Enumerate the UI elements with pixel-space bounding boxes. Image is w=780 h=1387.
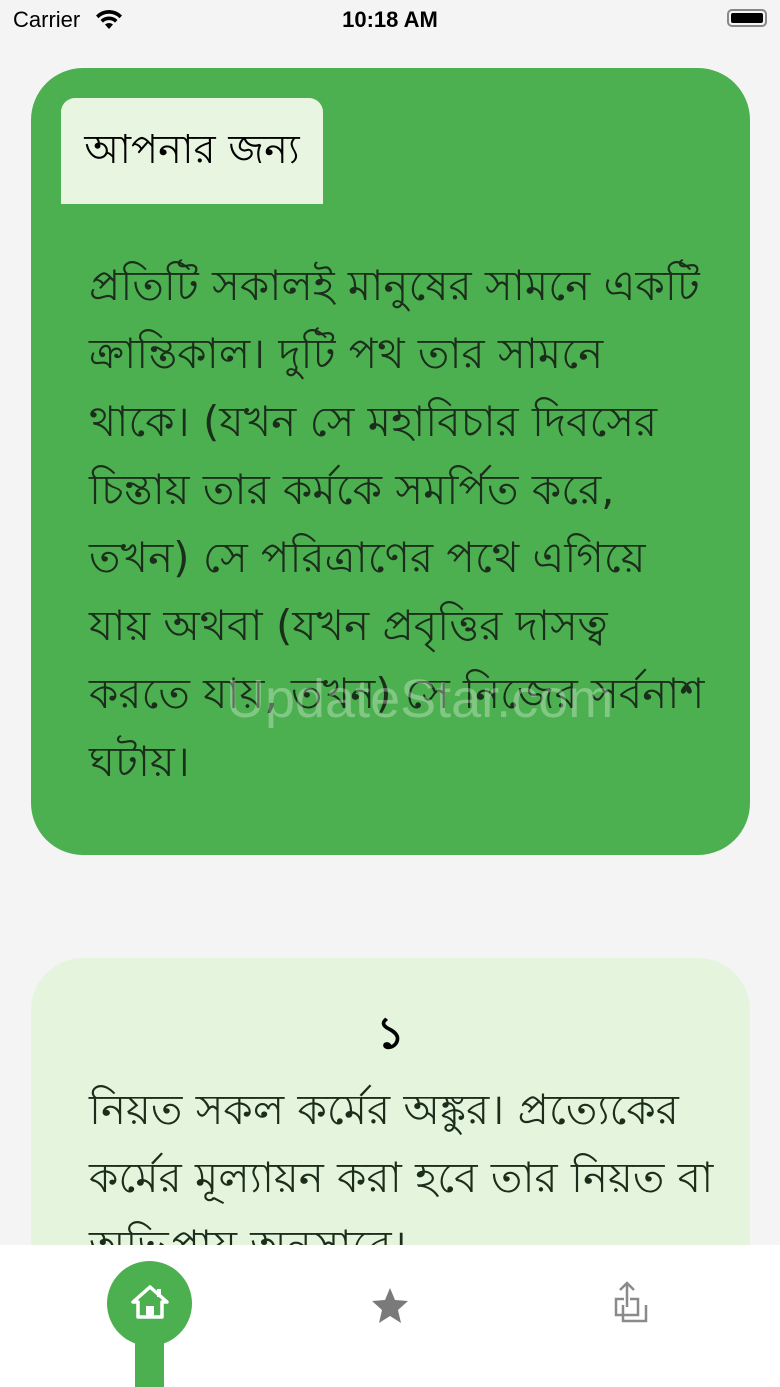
star-icon — [370, 1288, 410, 1329]
tab-bar — [0, 1245, 780, 1387]
hadith-text: নিয়ত সকল কর্মের অঙ্কুর। প্রত্যেকের কর্ম… — [89, 1085, 714, 1245]
clock: 10:18 AM — [342, 7, 438, 32]
hadith-number: ১ — [376, 1008, 405, 1059]
featured-label: আপনার জন্য — [61, 98, 323, 204]
home-tab-highlight — [107, 1261, 192, 1346]
content-scroll[interactable]: আপনার জন্য প্রতিটি সকালই মানুষের সামনে এ… — [0, 40, 780, 1245]
home-icon — [130, 1284, 169, 1323]
status-bar: Carrier 10:18 AM — [0, 0, 780, 40]
featured-card: আপনার জন্য প্রতিটি সকালই মানুষের সামনে এ… — [31, 68, 750, 855]
battery-icon — [727, 9, 767, 27]
tab-home[interactable] — [107, 1261, 192, 1387]
share-icon — [610, 1281, 652, 1331]
watermark: UpdateStar.com — [226, 669, 614, 729]
tab-share[interactable] — [610, 1279, 652, 1327]
hadith-card[interactable]: ১ নিয়ত সকল কর্মের অঙ্কুর। প্রত্যেকের কর… — [31, 958, 750, 1245]
tab-favorites[interactable] — [370, 1285, 410, 1325]
